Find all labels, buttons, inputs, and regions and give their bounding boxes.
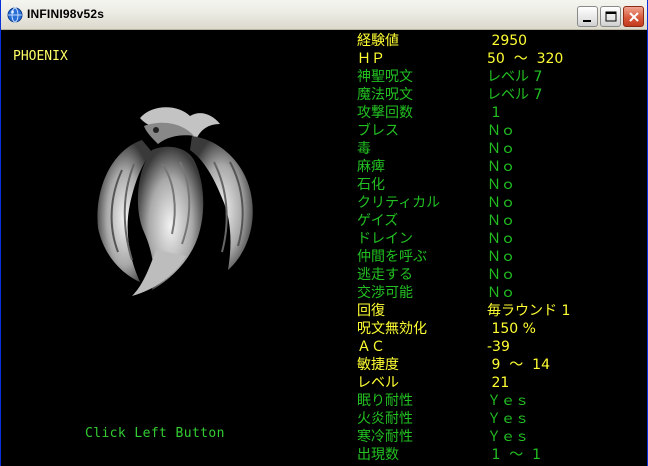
stat-row: 火炎耐性 Ｙｅｓ	[357, 410, 647, 428]
maximize-button[interactable]	[600, 6, 621, 27]
stat-label: 経験値	[357, 33, 399, 49]
close-icon	[629, 12, 639, 22]
stat-label: 眠り耐性	[357, 393, 413, 409]
stat-value: 2950	[487, 33, 528, 49]
stat-value: 9 ～ 14	[487, 357, 550, 373]
stat-label: 石化	[357, 177, 385, 193]
stat-label: 回復	[357, 303, 385, 319]
stat-label: 出現数	[357, 447, 399, 463]
stat-value: Ｎｏ	[487, 123, 515, 139]
stat-value: Ｎｏ	[487, 213, 515, 229]
stat-value: 毎ラウンド 1	[487, 303, 571, 319]
stat-row: レベル 21	[357, 374, 647, 392]
stat-row: クリティカル Ｎｏ	[357, 194, 647, 212]
stat-label: 呪文無効化	[357, 321, 427, 337]
stat-row: 経験値 2950	[357, 32, 647, 50]
stat-value: Ｎｏ	[487, 177, 515, 193]
minimize-icon	[583, 20, 591, 22]
stat-value: Ｙｅｓ	[487, 429, 529, 445]
stat-row: ドレイン Ｎｏ	[357, 230, 647, 248]
title-bar[interactable]: INFINI98v52s	[1, 0, 647, 30]
stat-row: 攻撃回数 1	[357, 104, 647, 122]
stat-label: 攻撃回数	[357, 105, 413, 121]
stat-row: 回復 毎ラウンド 1	[357, 302, 647, 320]
stat-value: 1	[487, 105, 501, 121]
stat-value: 1 ～ 1	[487, 447, 542, 463]
stat-label: ブレス	[357, 123, 399, 139]
stat-row: 石化 Ｎｏ	[357, 176, 647, 194]
stat-row: 麻痺 Ｎｏ	[357, 158, 647, 176]
stat-row: 魔法呪文 レベル 7	[357, 86, 647, 104]
stat-value: 21	[487, 375, 510, 391]
stat-label: 神聖呪文	[357, 69, 413, 85]
minimize-button[interactable]	[577, 6, 598, 27]
stat-label: 火炎耐性	[357, 411, 413, 427]
stat-value: Ｎｏ	[487, 141, 515, 157]
stat-label: 敏捷度	[357, 357, 399, 373]
stat-label: ドレイン	[357, 231, 413, 247]
stat-row: 仲間を呼ぶ Ｎｏ	[357, 248, 647, 266]
stat-row: ブレス Ｎｏ	[357, 122, 647, 140]
stat-value: Ｙｅｓ	[487, 393, 529, 409]
stat-row: 出現数 1 ～ 1	[357, 446, 647, 464]
app-window: INFINI98v52s PHOENIX Click Left Button 経…	[0, 0, 648, 466]
stat-value: 150 %	[487, 321, 536, 337]
maximize-icon	[605, 11, 617, 22]
stat-row: 神聖呪文 レベル 7	[357, 68, 647, 86]
stat-label: 麻痺	[357, 159, 385, 175]
stat-row: 逃走する Ｎｏ	[357, 266, 647, 284]
stat-label: 寒冷耐性	[357, 429, 413, 445]
stat-label: ＡＣ	[357, 339, 385, 355]
stat-row: ゲイズ Ｎｏ	[357, 212, 647, 230]
stat-value: Ｎｏ	[487, 267, 515, 283]
stat-row: ＨＰ 50 ～ 320	[357, 50, 647, 68]
stat-row: 呪文無効化 150 %	[357, 320, 647, 338]
client-area[interactable]: PHOENIX Click Left Button 経験値 2950 ＨＰ 50…	[2, 30, 647, 466]
stat-value: Ｎｏ	[487, 285, 515, 301]
globe-icon[interactable]	[7, 7, 23, 23]
click-hint: Click Left Button	[85, 426, 225, 441]
phoenix-sprite	[97, 107, 253, 296]
stat-value: Ｎｏ	[487, 249, 515, 265]
stat-value: Ｎｏ	[487, 195, 515, 211]
stat-value: レベル 7	[487, 87, 543, 103]
stat-value: Ｎｏ	[487, 231, 515, 247]
stat-row: 毒 Ｎｏ	[357, 140, 647, 158]
stat-row: 眠り耐性 Ｙｅｓ	[357, 392, 647, 410]
stat-value: 50 ～ 320	[487, 51, 564, 67]
stat-row: 敏捷度 9 ～ 14	[357, 356, 647, 374]
stat-label: 魔法呪文	[357, 87, 413, 103]
stat-row: 寒冷耐性 Ｙｅｓ	[357, 428, 647, 446]
monster-name: PHOENIX	[13, 49, 68, 64]
stat-value: Ｙｅｓ	[487, 411, 529, 427]
stat-label: ゲイズ	[357, 213, 399, 229]
stat-value: レベル 7	[487, 69, 543, 85]
close-button[interactable]	[623, 6, 644, 27]
stat-label: クリティカル	[357, 195, 441, 211]
stat-label: 交渉可能	[357, 285, 413, 301]
stat-row: ＡＣ -39	[357, 338, 647, 356]
window-title: INFINI98v52s	[27, 7, 105, 21]
stat-row: 交渉可能 Ｎｏ	[357, 284, 647, 302]
stat-label: 仲間を呼ぶ	[357, 249, 427, 265]
stat-label: レベル	[357, 375, 399, 391]
stat-value: Ｎｏ	[487, 159, 515, 175]
stat-value: -39	[487, 339, 510, 355]
stat-label: 毒	[357, 141, 371, 157]
stat-label: ＨＰ	[357, 51, 385, 67]
stat-label: 逃走する	[357, 267, 413, 283]
